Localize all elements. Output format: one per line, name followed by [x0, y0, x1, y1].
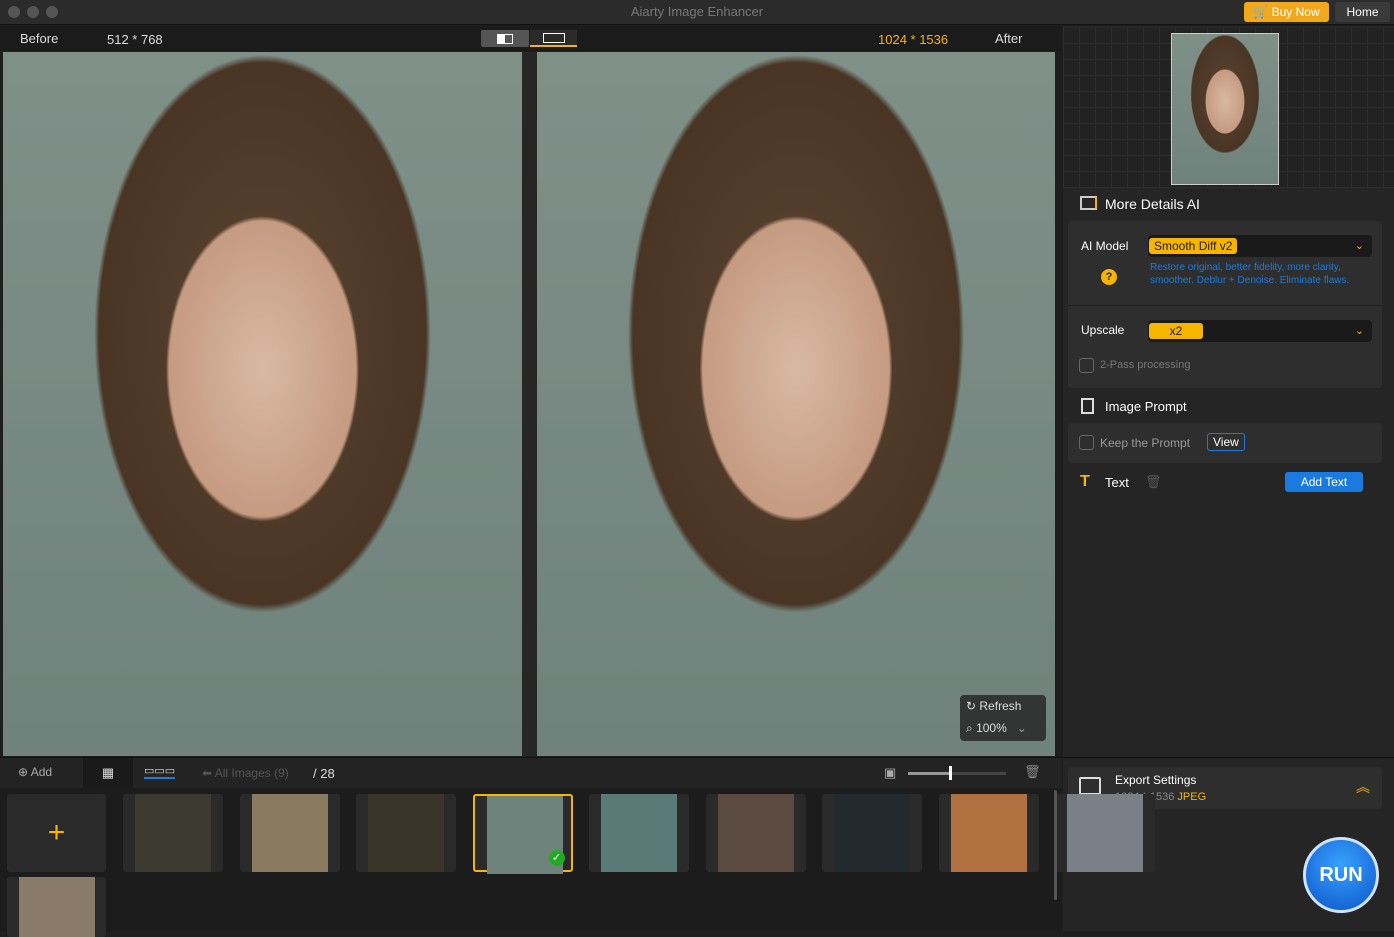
export-format: JPEG: [1177, 791, 1207, 803]
thumbnail[interactable]: [123, 794, 223, 872]
upscale-select[interactable]: x2 ⌄: [1148, 320, 1372, 342]
trash-icon[interactable]: 🗑: [1145, 474, 1162, 490]
plus-circle-icon: ⊕: [18, 765, 31, 779]
add-image-tile[interactable]: +: [7, 794, 106, 872]
split-view-button[interactable]: [530, 30, 577, 47]
thumbnail[interactable]: [7, 877, 106, 937]
chevron-up-icon: ︽: [1356, 779, 1370, 795]
arrow-left-icon: ⬅: [202, 766, 215, 780]
document-icon: [1081, 398, 1094, 414]
keep-prompt-checkbox[interactable]: [1079, 435, 1094, 450]
bottom-toolbar: ⊕ Add ▦ ▭▭▭ ⬅ All Images (9) / 28 ▣ 🗑: [0, 757, 1062, 788]
ai-model-description: Restore original, better fidelity, more …: [1150, 262, 1350, 286]
chevron-down-icon: ⌄: [1354, 325, 1364, 337]
preview-controls: ↻ Refresh ⌕ 100% ⌄: [960, 695, 1046, 741]
two-pass-checkbox[interactable]: [1079, 358, 1094, 373]
thumbnail-image: [601, 794, 677, 872]
add-button[interactable]: ⊕ Add: [18, 765, 52, 779]
view-prompt-button[interactable]: View: [1207, 433, 1245, 451]
image-total: / 28: [313, 766, 335, 781]
upscale-value: x2: [1149, 323, 1203, 339]
split-view-icon: [542, 33, 565, 43]
compare-header: Before 512 * 768 1024 * 1536 After: [0, 26, 1062, 51]
buy-now-button[interactable]: 🛒 Buy Now: [1244, 2, 1329, 22]
ai-model-select[interactable]: Smooth Diff v2 ⌄: [1148, 235, 1372, 257]
ai-model-value: Smooth Diff v2: [1149, 238, 1238, 254]
grid-icon: ▦: [101, 765, 115, 780]
zoom-value: 100%: [976, 721, 1007, 735]
chevron-down-icon: ⌄: [1354, 240, 1364, 252]
ai-model-label: AI Model: [1081, 239, 1129, 253]
thumbnail-image: [1067, 794, 1143, 872]
grid-view-button[interactable]: ▦: [83, 758, 133, 788]
after-label: After: [995, 31, 1023, 46]
thumbnail[interactable]: [705, 794, 806, 872]
zoom-select[interactable]: ⌕ 100% ⌄: [966, 721, 1027, 736]
strip-icon: ▭▭▭: [144, 765, 176, 777]
navigator: [1063, 26, 1394, 188]
divider: [1068, 305, 1382, 306]
thumbnail-image: [135, 794, 211, 872]
thumbnail[interactable]: [589, 794, 689, 872]
navigator-thumbnail[interactable]: [1171, 33, 1279, 185]
thumbnail-image: [717, 794, 794, 872]
keep-prompt-label: Keep the Prompt: [1100, 436, 1191, 450]
add-text-button[interactable]: Add Text: [1285, 472, 1363, 492]
thumbnail[interactable]: [356, 794, 456, 872]
selected-check-icon: ✓: [548, 850, 565, 866]
refresh-icon: ↻: [966, 699, 980, 713]
thumbnail-strip: + ✓: [0, 788, 1155, 937]
cart-icon: 🛒: [1253, 5, 1272, 19]
export-title: Export Settings: [1115, 773, 1197, 787]
home-button[interactable]: Home: [1335, 2, 1390, 22]
image-size-icon: ▣: [884, 765, 897, 780]
chevron-down-icon: ⌄: [1016, 721, 1027, 735]
window-title: Aiarty Image Enhancer: [630, 4, 764, 19]
thumbnail-size-slider[interactable]: [908, 766, 1006, 780]
thumbnail[interactable]: [1055, 794, 1155, 872]
strip-view-button[interactable]: ▭▭▭: [144, 764, 176, 779]
prompt-card: Keep the Prompt View: [1068, 423, 1382, 463]
refresh-button[interactable]: ↻ Refresh: [966, 699, 1021, 713]
delete-icon[interactable]: 🗑: [1024, 764, 1041, 780]
before-size: 512 * 768: [107, 32, 163, 47]
upscale-label: Upscale: [1081, 323, 1125, 337]
after-image: [537, 52, 1055, 756]
scrollbar[interactable]: [1054, 790, 1057, 900]
thumbnail[interactable]: [938, 794, 1039, 872]
thumbnail[interactable]: ✓: [472, 794, 573, 874]
zoom-icon: ⌕: [966, 721, 977, 735]
thumbnail[interactable]: [822, 794, 922, 872]
before-label: Before: [20, 31, 59, 46]
image-prompt-title: Image Prompt: [1105, 399, 1187, 414]
split-divider[interactable]: [522, 52, 537, 756]
thumbnail-image: [834, 794, 910, 872]
thumbnail-image: [251, 794, 328, 872]
details-icon: [1080, 196, 1097, 210]
text-label: Text: [1105, 475, 1129, 490]
two-pass-label: 2-Pass processing: [1100, 359, 1191, 371]
thumbnail[interactable]: [239, 794, 340, 872]
help-icon[interactable]: ?: [1101, 269, 1117, 285]
single-view-icon: [497, 34, 513, 44]
all-images-button[interactable]: ⬅ All Images (9): [202, 766, 289, 780]
thumbnail-image: [950, 794, 1027, 872]
before-image: [3, 52, 522, 756]
divider: [1063, 757, 1394, 758]
single-view-button[interactable]: [481, 30, 529, 47]
export-icon: [1079, 777, 1101, 795]
section-title: More Details AI: [1105, 196, 1200, 212]
thumbnail-image: [368, 794, 444, 872]
run-button[interactable]: RUN: [1303, 837, 1379, 913]
model-card: AI Model ? Smooth Diff v2 ⌄ Restore orig…: [1068, 221, 1382, 388]
all-images-label: All Images (9): [214, 766, 289, 780]
refresh-label: Refresh: [979, 699, 1022, 713]
text-icon: T: [1080, 473, 1090, 490]
after-size: 1024 * 1536: [878, 32, 949, 47]
buy-now-label: Buy Now: [1271, 5, 1320, 19]
title-bar: Aiarty Image Enhancer 🛒 Buy Now Home: [0, 0, 1394, 25]
add-label: Add: [30, 765, 53, 779]
